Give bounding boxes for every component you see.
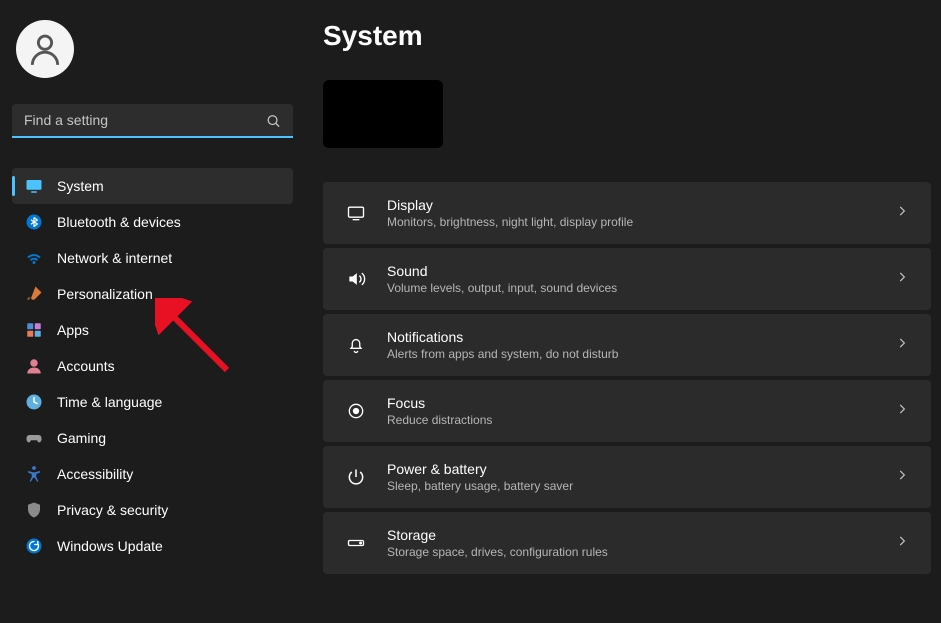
power-icon: [345, 466, 367, 488]
brush-icon: [25, 285, 43, 303]
display-icon: [345, 202, 367, 224]
setting-power-battery[interactable]: Power & battery Sleep, battery usage, bat…: [323, 446, 931, 508]
chevron-right-icon: [895, 336, 909, 355]
setting-title: Storage: [387, 527, 875, 543]
device-preview: [323, 80, 443, 148]
sidebar-item-privacy-security[interactable]: Privacy & security: [12, 492, 293, 528]
sidebar-item-accessibility[interactable]: Accessibility: [12, 456, 293, 492]
update-icon: [25, 537, 43, 555]
sidebar-item-label: Accessibility: [57, 466, 133, 482]
sidebar-item-time-language[interactable]: Time & language: [12, 384, 293, 420]
sidebar-item-label: Network & internet: [57, 250, 172, 266]
setting-title: Display: [387, 197, 875, 213]
sidebar-item-label: Windows Update: [57, 538, 163, 554]
sidebar-item-label: Apps: [57, 322, 89, 338]
monitor-icon: [25, 177, 43, 195]
sidebar-item-personalization[interactable]: Personalization: [12, 276, 293, 312]
setting-desc: Reduce distractions: [387, 413, 875, 427]
setting-text: Notifications Alerts from apps and system…: [387, 329, 875, 361]
bell-icon: [345, 334, 367, 356]
sidebar-item-accounts[interactable]: Accounts: [12, 348, 293, 384]
chevron-right-icon: [895, 402, 909, 421]
shield-icon: [25, 501, 43, 519]
setting-notifications[interactable]: Notifications Alerts from apps and system…: [323, 314, 931, 376]
sidebar-item-label: Time & language: [57, 394, 162, 410]
apps-icon: [25, 321, 43, 339]
search-input[interactable]: [12, 104, 293, 138]
nav-list: System Bluetooth & devices Network & inter…: [12, 168, 293, 564]
sidebar-item-gaming[interactable]: Gaming: [12, 420, 293, 456]
setting-text: Focus Reduce distractions: [387, 395, 875, 427]
setting-text: Power & battery Sleep, battery usage, bat…: [387, 461, 875, 493]
setting-title: Notifications: [387, 329, 875, 345]
setting-focus[interactable]: Focus Reduce distractions: [323, 380, 931, 442]
sidebar-item-label: Bluetooth & devices: [57, 214, 181, 230]
settings-list: Display Monitors, brightness, night light…: [323, 182, 931, 574]
account-icon: [25, 357, 43, 375]
setting-title: Power & battery: [387, 461, 875, 477]
chevron-right-icon: [895, 204, 909, 223]
setting-desc: Storage space, drives, configuration rul…: [387, 545, 875, 559]
clock-icon: [25, 393, 43, 411]
sidebar-item-network-internet[interactable]: Network & internet: [12, 240, 293, 276]
wifi-icon: [25, 249, 43, 267]
setting-display[interactable]: Display Monitors, brightness, night light…: [323, 182, 931, 244]
bluetooth-icon: [25, 213, 43, 231]
sidebar-item-windows-update[interactable]: Windows Update: [12, 528, 293, 564]
focus-icon: [345, 400, 367, 422]
setting-desc: Monitors, brightness, night light, displ…: [387, 215, 875, 229]
avatar: [16, 20, 74, 78]
setting-desc: Alerts from apps and system, do not dist…: [387, 347, 875, 361]
setting-text: Sound Volume levels, output, input, sound…: [387, 263, 875, 295]
sidebar-item-bluetooth-devices[interactable]: Bluetooth & devices: [12, 204, 293, 240]
sidebar: System Bluetooth & devices Network & inter…: [0, 0, 305, 623]
storage-icon: [345, 532, 367, 554]
page-title: System: [323, 20, 931, 52]
sidebar-item-system[interactable]: System: [12, 168, 293, 204]
accessibility-icon: [25, 465, 43, 483]
sidebar-item-label: Personalization: [57, 286, 153, 302]
sound-icon: [345, 268, 367, 290]
user-block[interactable]: [12, 16, 293, 82]
chevron-right-icon: [895, 270, 909, 289]
setting-desc: Sleep, battery usage, battery saver: [387, 479, 875, 493]
sidebar-item-label: Accounts: [57, 358, 115, 374]
setting-text: Storage Storage space, drives, configurat…: [387, 527, 875, 559]
user-icon: [26, 30, 64, 68]
setting-storage[interactable]: Storage Storage space, drives, configurat…: [323, 512, 931, 574]
main-content: System Display Monitors, brightness, nigh…: [305, 0, 941, 623]
sidebar-item-label: Privacy & security: [57, 502, 168, 518]
sidebar-item-label: System: [57, 178, 104, 194]
setting-title: Focus: [387, 395, 875, 411]
chevron-right-icon: [895, 534, 909, 553]
setting-desc: Volume levels, output, input, sound devi…: [387, 281, 875, 295]
setting-title: Sound: [387, 263, 875, 279]
setting-text: Display Monitors, brightness, night light…: [387, 197, 875, 229]
search-field[interactable]: [12, 104, 293, 138]
sidebar-item-label: Gaming: [57, 430, 106, 446]
search-icon: [266, 114, 281, 129]
gamepad-icon: [25, 429, 43, 447]
chevron-right-icon: [895, 468, 909, 487]
setting-sound[interactable]: Sound Volume levels, output, input, sound…: [323, 248, 931, 310]
sidebar-item-apps[interactable]: Apps: [12, 312, 293, 348]
